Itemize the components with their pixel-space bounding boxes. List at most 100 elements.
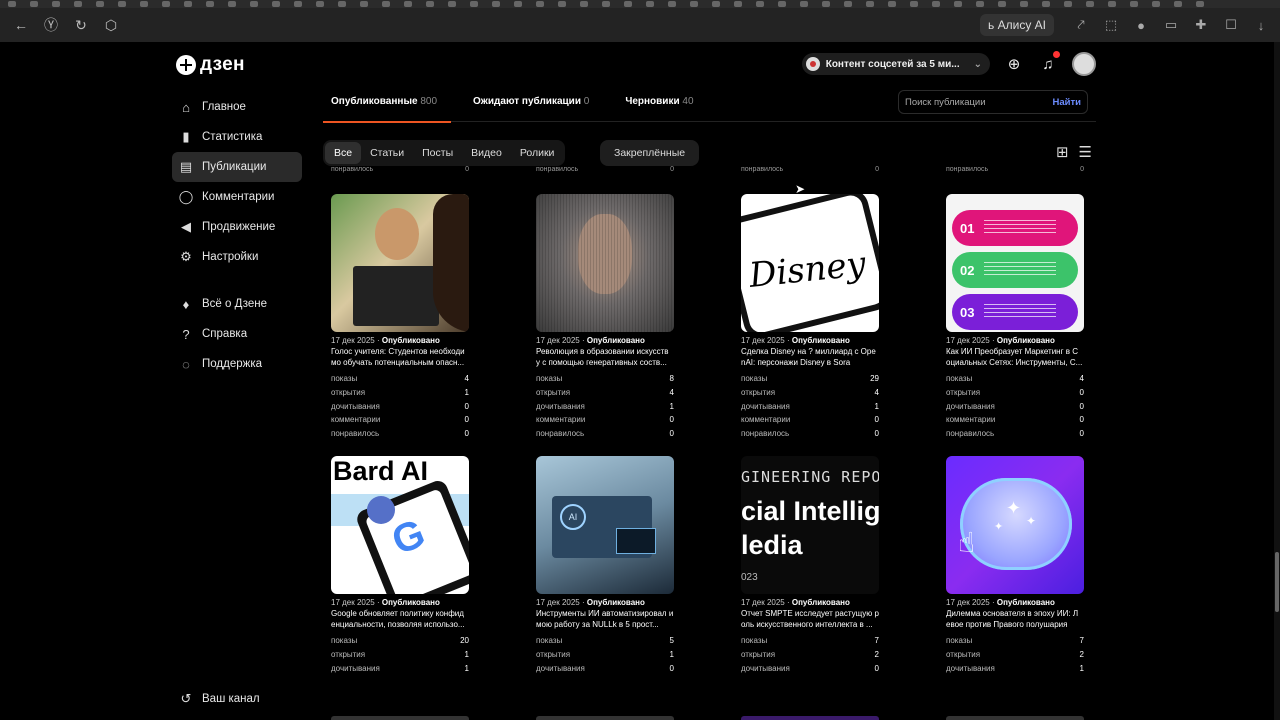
stat-row: комментарии 0 — [536, 675, 674, 678]
card-title[interactable]: Как ИИ Преобразует Маркетинг в С оциальн… — [946, 346, 1084, 368]
tab-1[interactable]: Ожидают публикации 0 — [465, 86, 597, 122]
stat-row: открытия 1 — [331, 648, 469, 662]
page-scrollbar[interactable] — [1274, 42, 1280, 720]
stat-label: открытия — [536, 388, 571, 398]
thumbnail-image[interactable]: AI — [536, 456, 674, 594]
stat-label: понравилось — [946, 429, 995, 439]
stat-label: дочитывания — [331, 663, 380, 673]
avatar[interactable] — [1072, 52, 1096, 76]
stat-value: 0 — [670, 677, 674, 678]
add-icon[interactable]: ⊕ — [1004, 54, 1024, 74]
alisa-button[interactable]: ь Алису AI — [980, 14, 1054, 36]
card-title[interactable]: Голос учителя: Студентов необходи мо обу… — [331, 346, 469, 368]
stat-row: дочитывания 1 — [536, 399, 674, 413]
dzen-logo[interactable]: дзен — [176, 54, 245, 76]
card-title[interactable]: Google обновляет политику конфид енциаль… — [331, 608, 469, 630]
stat-row: дочитывания 0 — [946, 399, 1084, 413]
sidebar-your-channel[interactable]: ↺ Ваш канал — [172, 684, 260, 714]
yandex-icon[interactable]: Ⓨ — [38, 12, 64, 38]
share-icon[interactable]: ⤤ — [1070, 14, 1092, 36]
sidebar-item-comments[interactable]: ◯ Комментарии — [172, 182, 302, 212]
reading-icon[interactable]: ▭ — [1160, 14, 1182, 36]
tab-0[interactable]: Опубликованные 800 — [323, 86, 452, 123]
reload-icon[interactable]: ↻ — [68, 12, 94, 38]
stat-label: комментарии — [331, 677, 380, 678]
thumbnail-image[interactable]: ✦ ✦ ✦ ☝ — [946, 456, 1084, 594]
pill-text-lines — [984, 220, 1057, 236]
back-arrow-icon[interactable]: ← — [8, 12, 34, 38]
publication-card[interactable]: 17 дек 2025 · Опубликовано Революция в об… — [536, 194, 674, 440]
thumbnail-image[interactable]: 01 02 03 — [946, 194, 1084, 332]
publication-card[interactable]: 01 02 03 17 дек 2025 · Опубликовано Как ИИ П… — [946, 194, 1084, 440]
publications-main: Опубликованные 800 Ожидают публикации 0 Че… — [323, 86, 1096, 166]
thumbnail-image[interactable]: G Bard AI — [331, 456, 469, 594]
publication-card[interactable]: AI 17 дек 2025 · Опубликовано Инструменты … — [536, 456, 674, 678]
find-button[interactable]: Найти — [1053, 97, 1081, 108]
sidebar-item-promotion[interactable]: ◀ Продвижение — [172, 212, 302, 242]
tab-label: Ожидают публикации — [473, 96, 581, 107]
thumbnail-image[interactable] — [536, 194, 674, 332]
search-box[interactable]: Найти — [898, 90, 1088, 114]
google-g-text: G — [385, 511, 432, 564]
sidebar-item-settings[interactable]: ⚙ Настройки — [172, 242, 302, 272]
stat-value: 20 — [460, 636, 469, 646]
publication-card[interactable]: ✦ ✦ ✦ ☝ 17 дек 2025 · Опубликовано Дилемма ос… — [946, 456, 1084, 678]
stat-value: 0 — [669, 415, 674, 425]
card-stats: показы 8 открытия 4 дочитывания 1 комментарии 0… — [536, 372, 674, 440]
card-title[interactable]: Революция в образовании искусств у с пом… — [536, 346, 674, 368]
thumbnail-image[interactable] — [331, 194, 469, 332]
tab-2[interactable]: Черновики 40 — [617, 86, 701, 122]
stat-row: понравилось 0 — [946, 427, 1084, 441]
card-date: 17 дек 2025 — [741, 336, 785, 345]
bookmarks-icon[interactable]: ☐ — [1220, 14, 1242, 36]
publication-card[interactable]: GINEERING REPOR cial Intellig ledia 023 17 д… — [741, 456, 879, 678]
settings-icon: ⚙ — [180, 249, 192, 264]
stat-value: 1 — [464, 388, 469, 398]
publication-card[interactable]: 17 дек 2025 · Опубликовано Голос учителя:… — [331, 194, 469, 440]
promo-dropdown[interactable]: Контент соцсетей за 5 ми... ⌄ — [801, 53, 990, 75]
sidebar: ⌂ Главное ▮ Статистика ▤ Публикации ◯ Комментар… — [172, 92, 302, 379]
sidebar-item-label: Главное — [202, 101, 246, 113]
stat-row: комментарии 0 — [536, 413, 674, 427]
card-title[interactable]: Сделка Disney на ? миллиард с Ope nAI: п… — [741, 346, 879, 368]
publication-card[interactable]: G Bard AI 17 дек 2025 · Опубликовано Google… — [331, 456, 469, 678]
sidebar-item-home[interactable]: ⌂ Главное — [172, 92, 302, 122]
stat-label: показы — [536, 636, 563, 646]
downloads-icon[interactable]: ↓ — [1250, 14, 1272, 36]
card-meta: 17 дек 2025 · Опубликовано — [331, 336, 440, 345]
promo-icon — [805, 57, 820, 71]
stat-label: комментарии — [536, 415, 586, 425]
comments-icon: ◯ — [178, 189, 194, 204]
thumbnail-image[interactable]: GINEERING REPOR cial Intellig ledia 023 — [741, 456, 879, 594]
stat-value: 0 — [1079, 429, 1084, 439]
sidebar-item-help[interactable]: ? Справка — [172, 319, 302, 349]
sidebar-item-about[interactable]: ♦ Всё о Дзене — [172, 289, 302, 319]
screenshot-icon[interactable]: ⬚ — [1100, 14, 1122, 36]
thumbnail-image[interactable]: Disney — [741, 194, 879, 332]
shield-icon[interactable]: ⬡ — [98, 12, 124, 38]
search-input[interactable] — [905, 96, 1045, 108]
dzen-logo-icon — [176, 55, 196, 75]
color-icon[interactable]: ● — [1130, 14, 1152, 36]
sidebar-item-publications[interactable]: ▤ Публикации — [172, 152, 302, 182]
card-meta: 17 дек 2025 · Опубликовано — [331, 598, 440, 607]
sidebar-item-support[interactable]: ◌ Поддержка — [172, 349, 302, 379]
bell-icon[interactable]: ♫ — [1038, 51, 1060, 74]
stat-label: открытия — [946, 388, 981, 398]
browser-tab-strip[interactable] — [0, 0, 1280, 8]
browser-toolbar: ← Ⓨ ↻ ⬡ ь Алису AI ⤤ ⬚ ● ▭ ✚ ☐ ↓ — [0, 8, 1280, 42]
sidebar-item-label: Всё о Дзене — [202, 298, 268, 310]
stat-row: комментарии 0 — [946, 413, 1084, 427]
stat-value: 1 — [669, 650, 674, 660]
card-title[interactable]: Инструменты ИИ автоматизировал и мою раб… — [536, 608, 674, 630]
sidebar-item-stats[interactable]: ▮ Статистика — [172, 122, 302, 152]
extensions-icon[interactable]: ✚ — [1190, 14, 1212, 36]
publication-card[interactable]: Disney 17 дек 2025 · Опубликовано Сделка D… — [741, 194, 879, 440]
card-status: Опубликовано — [996, 336, 1055, 345]
stat-row: показы 29 — [741, 372, 879, 386]
card-title[interactable]: Отчет SMPTE исследует растущую р оль иск… — [741, 608, 879, 630]
card-title[interactable]: Дилемма основателя в эпоху ИИ: Л евое пр… — [946, 608, 1084, 630]
stat-row: открытия 2 — [946, 648, 1084, 662]
card-meta: 17 дек 2025 · Опубликовано — [946, 598, 1055, 607]
sidebar-item-label: Продвижение — [202, 221, 276, 233]
